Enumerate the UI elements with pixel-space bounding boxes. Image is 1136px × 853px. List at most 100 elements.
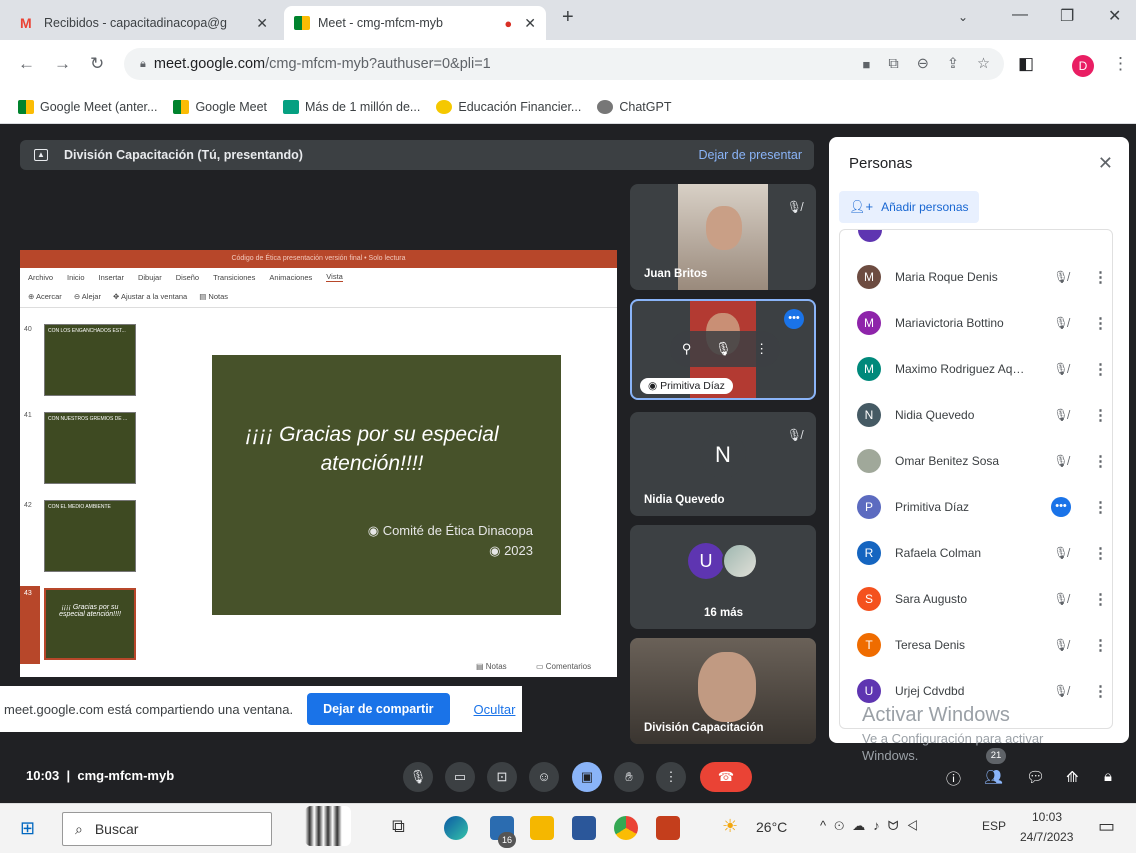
zoom-out-tool[interactable]: ⊖ Alejar: [74, 292, 101, 301]
chevron-down-icon[interactable]: ⌄: [958, 10, 968, 24]
notes-tool[interactable]: ▤ Notas: [199, 292, 228, 301]
more-options-icon[interactable]: ⋮: [1093, 682, 1108, 700]
share-icon[interactable]: ⇪: [947, 56, 959, 72]
slide-thumbnail[interactable]: CON LOS ENGANCHADOS EST...: [44, 324, 136, 396]
edge-icon[interactable]: [444, 816, 468, 840]
zoom-in-tool[interactable]: ⊕ Acercar: [28, 292, 62, 301]
ppt-menu-item[interactable]: Inicio: [67, 273, 85, 282]
clock-time[interactable]: 10:03: [1032, 810, 1062, 824]
taskbar-search[interactable]: ⌕ Buscar: [62, 812, 272, 846]
sidepanel-icon[interactable]: ◧: [1018, 54, 1034, 74]
notes-status[interactable]: ▤ Notas: [476, 662, 507, 671]
close-icon[interactable]: ✕: [1098, 153, 1113, 174]
mic-off-icon[interactable]: 🎙︎̸: [1051, 546, 1071, 560]
more-options-icon[interactable]: ⋮: [1093, 406, 1108, 424]
tab-gmail[interactable]: M Recibidos - capacitadinacopa@g ✕: [10, 6, 278, 40]
more-options-icon[interactable]: ⋮: [755, 341, 768, 357]
bookmark-item[interactable]: Google Meet: [173, 99, 267, 114]
hide-link[interactable]: Ocultar: [474, 702, 516, 717]
stop-presenting-link[interactable]: Dejar de presentar: [698, 148, 802, 162]
minimize-icon[interactable]: —: [1012, 6, 1028, 24]
open-in-icon[interactable]: ⧉: [888, 56, 898, 72]
slide-thumbnail[interactable]: ¡¡¡¡ Gracias por su especial atención!!!…: [44, 588, 136, 660]
participant-tile[interactable]: 🎙︎̸ Juan Britos: [630, 184, 816, 290]
reload-icon[interactable]: ↻: [90, 54, 104, 74]
chat-icon[interactable]: 💬︎: [1026, 768, 1045, 786]
participant-row[interactable]: M Maria Roque Denis 🎙︎̸ ⋮: [840, 254, 1112, 300]
activities-icon[interactable]: ⟰: [1066, 768, 1079, 786]
mic-off-icon[interactable]: 🎙︎̸: [1051, 638, 1071, 652]
more-options-icon[interactable]: ⋮: [1093, 360, 1108, 378]
mic-off-icon[interactable]: 🎙︎̸: [1051, 684, 1071, 698]
slide-thumbnail[interactable]: CON EL MEDIO AMBIENTE: [44, 500, 136, 572]
add-people-button[interactable]: 👤︎+ Añadir personas: [839, 191, 979, 223]
people-icon[interactable]: 👥︎: [984, 768, 1003, 786]
more-options-icon[interactable]: ⋮: [1093, 452, 1108, 470]
mic-off-icon[interactable]: 🎙︎̸: [1051, 316, 1071, 330]
pin-icon[interactable]: ⚲: [682, 341, 692, 357]
mic-icon[interactable]: 🎙︎: [715, 341, 732, 357]
clock-date[interactable]: 24/7/2023: [1020, 830, 1073, 844]
more-options-icon[interactable]: ⋮: [1093, 268, 1108, 286]
mic-off-icon[interactable]: 🎙︎̸: [1051, 362, 1071, 376]
mic-off-icon[interactable]: 🎙︎̸: [1051, 454, 1071, 468]
participant-list[interactable]: M Maria Roque Denis 🎙︎̸ ⋮ M Mariavictoria Bot…: [839, 229, 1113, 729]
chrome-icon[interactable]: [614, 816, 638, 840]
close-icon[interactable]: ✕: [516, 15, 536, 32]
tray-icons[interactable]: ^⊙☁♪ᗢ◁: [820, 818, 926, 834]
mic-off-icon[interactable]: 🎙︎̸: [1051, 408, 1071, 422]
mic-off-icon[interactable]: 🎙︎̸: [1051, 592, 1071, 606]
fit-tool[interactable]: ✥ Ajustar a la ventana: [113, 292, 187, 301]
menu-icon[interactable]: ⋮: [1112, 54, 1129, 74]
present-button[interactable]: ▣: [572, 762, 602, 792]
file-explorer-icon[interactable]: [530, 816, 554, 840]
more-options-icon[interactable]: ⋮: [1093, 314, 1108, 332]
ppt-menu-item[interactable]: Archivo: [28, 273, 53, 282]
close-window-icon[interactable]: ✕: [1108, 6, 1121, 26]
participant-row[interactable]: N Nidia Quevedo 🎙︎̸ ⋮: [840, 392, 1112, 438]
more-options-icon[interactable]: •••: [784, 309, 804, 329]
weather-icon[interactable]: ☀: [722, 816, 738, 837]
maximize-icon[interactable]: ❐: [1060, 6, 1074, 26]
participant-tile[interactable]: U 16 más: [630, 525, 816, 629]
info-icon[interactable]: ⓘ: [946, 768, 961, 789]
ppt-menu-item[interactable]: Animaciones: [269, 273, 312, 282]
camera-button[interactable]: ▭: [445, 762, 475, 792]
raise-hand-button[interactable]: ✋︎: [614, 762, 644, 792]
mic-button[interactable]: 🎙︎: [403, 762, 433, 792]
ppt-menu-item[interactable]: Transiciones: [213, 273, 255, 282]
captions-button[interactable]: ⊡: [487, 762, 517, 792]
language-indicator[interactable]: ESP: [982, 819, 1006, 833]
participant-row[interactable]: S Sara Augusto 🎙︎̸ ⋮: [840, 576, 1112, 622]
participant-row[interactable]: M Maximo Rodriguez Aqui... 🎙︎̸ ⋮: [840, 346, 1112, 392]
stop-sharing-button[interactable]: Dejar de compartir: [307, 693, 450, 725]
participant-row[interactable]: T Teresa Denis 🎙︎̸ ⋮: [840, 622, 1112, 668]
emoji-button[interactable]: ☺: [529, 762, 559, 792]
participant-row[interactable]: M Mariavictoria Bottino 🎙︎̸ ⋮: [840, 300, 1112, 346]
tab-meet[interactable]: Meet - cmg-mfcm-myb ● ✕: [284, 6, 546, 40]
back-icon[interactable]: ←: [18, 54, 35, 74]
participant-row[interactable]: R Rafaela Colman 🎙︎̸ ⋮: [840, 530, 1112, 576]
more-options-icon[interactable]: ⋮: [1093, 544, 1108, 562]
zebra-widget-icon[interactable]: [305, 806, 351, 846]
participant-row[interactable]: Omar Benitez Sosa 🎙︎̸ ⋮: [840, 438, 1112, 484]
bookmark-item[interactable]: Educación Financier...: [436, 99, 581, 114]
windows-start-icon[interactable]: ⊞: [20, 818, 35, 839]
powerpoint-icon[interactable]: [656, 816, 680, 840]
ppt-menu-item[interactable]: Vista: [326, 272, 343, 282]
zoom-icon[interactable]: ⊖: [917, 56, 929, 72]
participant-tile[interactable]: N 🎙︎̸ Nidia Quevedo: [630, 412, 816, 516]
mic-off-icon[interactable]: 🎙︎̸: [1051, 270, 1071, 284]
ppt-menu-item[interactable]: Dibujar: [138, 273, 162, 282]
more-options-icon[interactable]: ⋮: [1093, 636, 1108, 654]
new-tab-icon[interactable]: +: [562, 6, 574, 29]
participant-tile[interactable]: ⚲ 🎙︎ ⋮ ••• ◉ Primitiva Díaz: [630, 299, 816, 400]
ppt-menu-item[interactable]: Diseño: [176, 273, 199, 282]
bookmark-item[interactable]: Más de 1 millón de...: [283, 99, 420, 114]
forward-icon[interactable]: →: [54, 54, 71, 74]
more-options-button[interactable]: ⋮: [656, 762, 686, 792]
comments-status[interactable]: ▭ Comentarios: [536, 662, 591, 671]
ppt-menu-item[interactable]: Insertar: [99, 273, 124, 282]
more-options-icon[interactable]: ⋮: [1093, 498, 1108, 516]
task-view-icon[interactable]: ⧉: [392, 816, 405, 837]
